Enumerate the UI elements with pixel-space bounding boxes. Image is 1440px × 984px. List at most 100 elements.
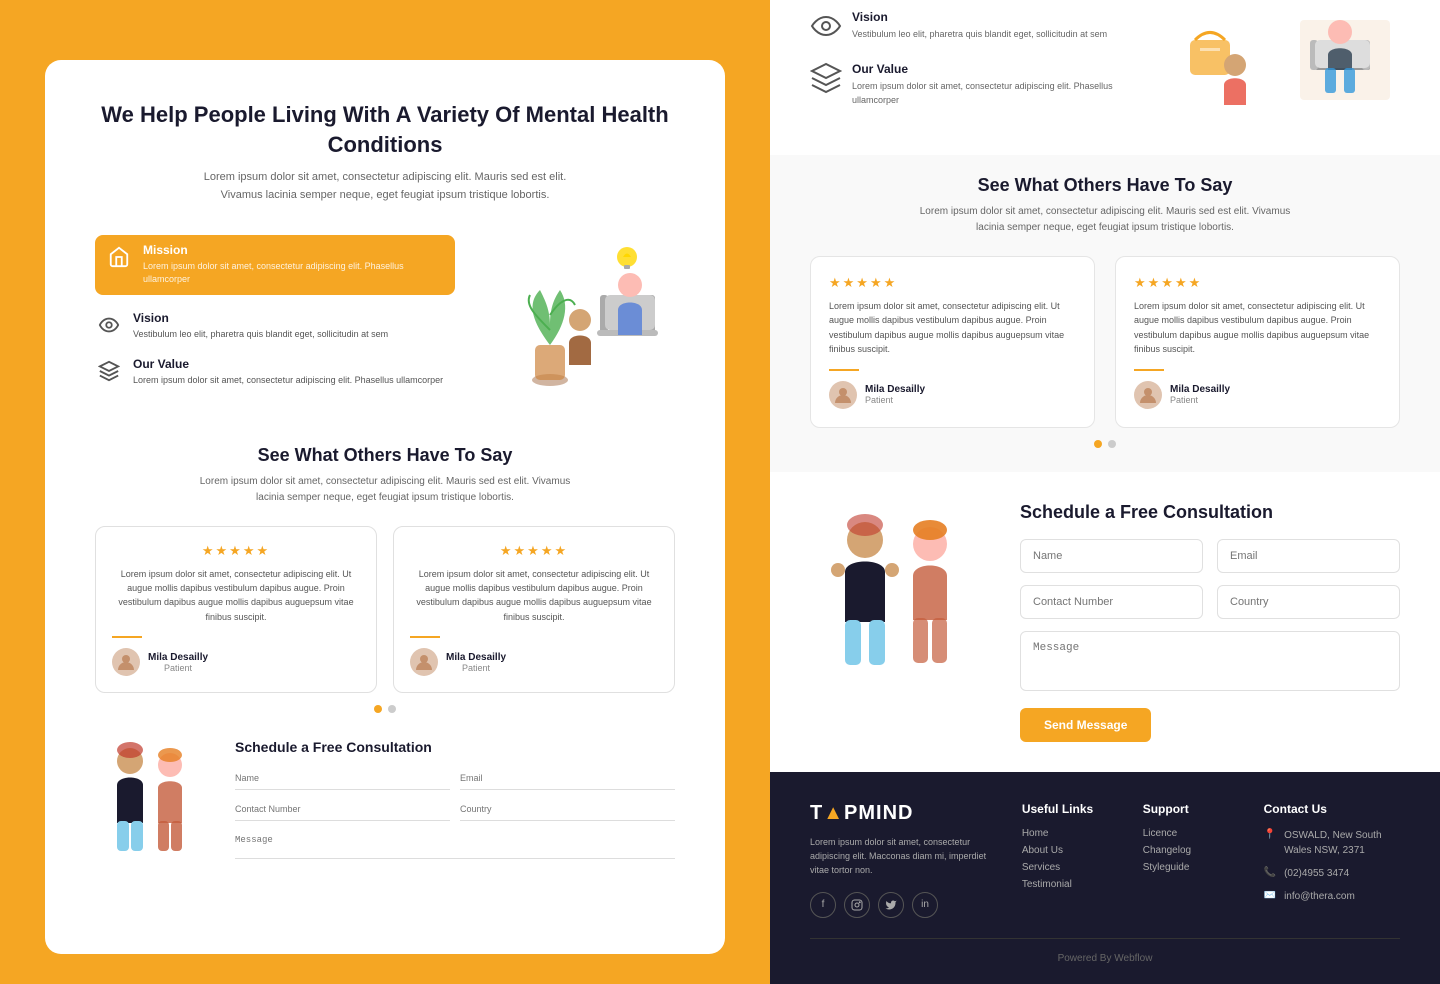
right-schedule-title: Schedule a Free Consultation [1020,502,1400,523]
location-icon: 📍 [1264,829,1276,840]
right-testimonial-text-1: Lorem ipsum dolor sit amet, consectetur … [829,299,1076,357]
left-testimonial-text-1: Lorem ipsum dolor sit amet, consectetur … [112,567,360,625]
footer-bottom: Powered By Webflow [810,938,1400,964]
left-author-1: Mila Desailly Patient [112,648,360,676]
right-email-input[interactable] [1217,539,1400,573]
right-form-row-2 [1020,585,1400,619]
footer-email-item: ✉️ info@thera.com [1264,889,1400,904]
left-name-input[interactable] [235,767,450,790]
left-email-input[interactable] [460,767,675,790]
left-form-row-1 [235,767,675,790]
right-testimonials-grid: ★★★★★ Lorem ipsum dolor sit amet, consec… [810,256,1400,428]
footer-link-testimonial[interactable]: Testimonial [1022,879,1113,890]
hero-title: We Help People Living With A Variety Of … [95,100,675,159]
footer-support-title: Support [1143,802,1234,816]
feature-value[interactable]: Our Value Lorem ipsum dolor sit amet, co… [95,357,455,388]
left-testimonials-section: See What Others Have To Say Lorem ipsum … [95,445,675,714]
left-card: We Help People Living With A Variety Of … [45,60,725,954]
social-twitter[interactable] [878,892,904,918]
right-testimonials-subtitle: Lorem ipsum dolor sit amet, consectetur … [915,204,1295,236]
footer-logo: T▲PMIND [810,802,992,825]
footer-brand-col: T▲PMIND Lorem ipsum dolor sit amet, cons… [810,802,992,918]
left-message-input[interactable] [235,829,675,859]
footer-contact-col: Contact Us 📍 OSWALD, New South Wales NSW… [1264,802,1400,918]
dot-2[interactable] [388,705,396,713]
hero-section: We Help People Living With A Variety Of … [95,100,675,205]
right-value-text: Our Value Lorem ipsum dolor sit amet, co… [852,62,1120,107]
right-stars-2: ★★★★★ [1134,275,1381,291]
footer-link-changelog[interactable]: Changelog [1143,845,1234,856]
footer: T▲PMIND Lorem ipsum dolor sit amet, cons… [770,772,1440,984]
right-dot-1[interactable] [1094,440,1102,448]
right-testimonials-title: See What Others Have To Say [810,175,1400,196]
footer-social: f in [810,892,992,918]
left-schedule-illustration [95,733,215,878]
footer-link-home[interactable]: Home [1022,828,1113,839]
features-list: Mission Lorem ipsum dolor sit amet, cons… [95,235,455,415]
feature-value-text: Our Value Lorem ipsum dolor sit amet, co… [133,357,443,388]
right-testimonials-section: See What Others Have To Say Lorem ipsum … [770,155,1440,472]
left-schedule-title: Schedule a Free Consultation [235,739,675,755]
right-dot-2[interactable] [1108,440,1116,448]
right-divider-2 [1134,369,1164,371]
footer-link-styleguide[interactable]: Styleguide [1143,862,1234,873]
left-testimonial-text-2: Lorem ipsum dolor sit amet, consectetur … [410,567,658,625]
footer-brand-desc: Lorem ipsum dolor sit amet, consectetur … [810,835,992,878]
right-carousel-dots [810,440,1400,448]
left-author-2: Mila Desailly Patient [410,648,658,676]
social-instagram[interactable] [844,892,870,918]
left-contact-input[interactable] [235,798,450,821]
right-message-input[interactable] [1020,631,1400,691]
left-country-input[interactable] [460,798,675,821]
footer-link-services[interactable]: Services [1022,862,1113,873]
feature-mission-text: Mission Lorem ipsum dolor sit amet, cons… [143,243,445,287]
footer-contact-title: Contact Us [1264,802,1400,816]
right-contact-input[interactable] [1020,585,1203,619]
left-schedule-section: Schedule a Free Consultation [95,733,675,878]
dot-1[interactable] [374,705,382,713]
hero-illustration [475,235,675,415]
left-avatar-1 [112,648,140,676]
feature-vision[interactable]: Vision Vestibulum leo elit, pharetra qui… [95,311,455,342]
right-divider-1 [829,369,859,371]
footer-link-licence[interactable]: Licence [1143,828,1234,839]
vision-icon [95,311,123,339]
left-testimonials-subtitle: Lorem ipsum dolor sit amet, consectetur … [195,474,575,506]
right-avatar-1 [829,381,857,409]
right-schedule-section: Schedule a Free Consultation Send Messag… [770,472,1440,772]
footer-useful-links-col: Useful Links Home About Us Services Test… [1022,802,1113,918]
right-top-area: Vision Vestibulum leo elit, pharetra qui… [770,0,1440,155]
right-author-info-1: Mila Desailly Patient [865,384,925,405]
right-panel: Vision Vestibulum leo elit, pharetra qui… [770,0,1440,984]
footer-phone: (02)4955 3474 [1284,866,1349,881]
footer-address-item: 📍 OSWALD, New South Wales NSW, 2371 [1264,828,1400,858]
left-author-info-2: Mila Desailly Patient [446,652,506,673]
footer-address: OSWALD, New South Wales NSW, 2371 [1284,828,1400,858]
right-author-1: Mila Desailly Patient [829,381,1076,409]
right-form-row-1 [1020,539,1400,573]
right-features-col: Vision Vestibulum leo elit, pharetra qui… [810,10,1120,107]
footer-link-about[interactable]: About Us [1022,845,1113,856]
social-linkedin[interactable]: in [912,892,938,918]
footer-grid: T▲PMIND Lorem ipsum dolor sit amet, cons… [810,802,1400,918]
right-country-input[interactable] [1217,585,1400,619]
feature-mission[interactable]: Mission Lorem ipsum dolor sit amet, cons… [95,235,455,295]
right-testimonial-text-2: Lorem ipsum dolor sit amet, consectetur … [1134,299,1381,357]
left-testimonials-grid: ★★★★★ Lorem ipsum dolor sit amet, consec… [95,526,675,694]
feature-vision-text: Vision Vestibulum leo elit, pharetra qui… [133,311,388,342]
right-testimonial-card-2: ★★★★★ Lorem ipsum dolor sit amet, consec… [1115,256,1400,428]
right-testimonial-card-1: ★★★★★ Lorem ipsum dolor sit amet, consec… [810,256,1095,428]
right-top-illustration [1140,10,1400,135]
right-author-info-2: Mila Desailly Patient [1170,384,1230,405]
right-stars-1: ★★★★★ [829,275,1076,291]
send-message-button[interactable]: Send Message [1020,708,1151,742]
features-row: Mission Lorem ipsum dolor sit amet, cons… [95,235,675,415]
right-feature-vision: Vision Vestibulum leo elit, pharetra qui… [810,10,1120,42]
powered-by: Powered By Webflow [1058,953,1153,964]
social-facebook[interactable]: f [810,892,836,918]
left-divider-1 [112,636,142,638]
right-name-input[interactable] [1020,539,1203,573]
email-icon: ✉️ [1264,890,1276,901]
left-author-info-1: Mila Desailly Patient [148,652,208,673]
left-schedule-form: Schedule a Free Consultation [235,739,675,872]
